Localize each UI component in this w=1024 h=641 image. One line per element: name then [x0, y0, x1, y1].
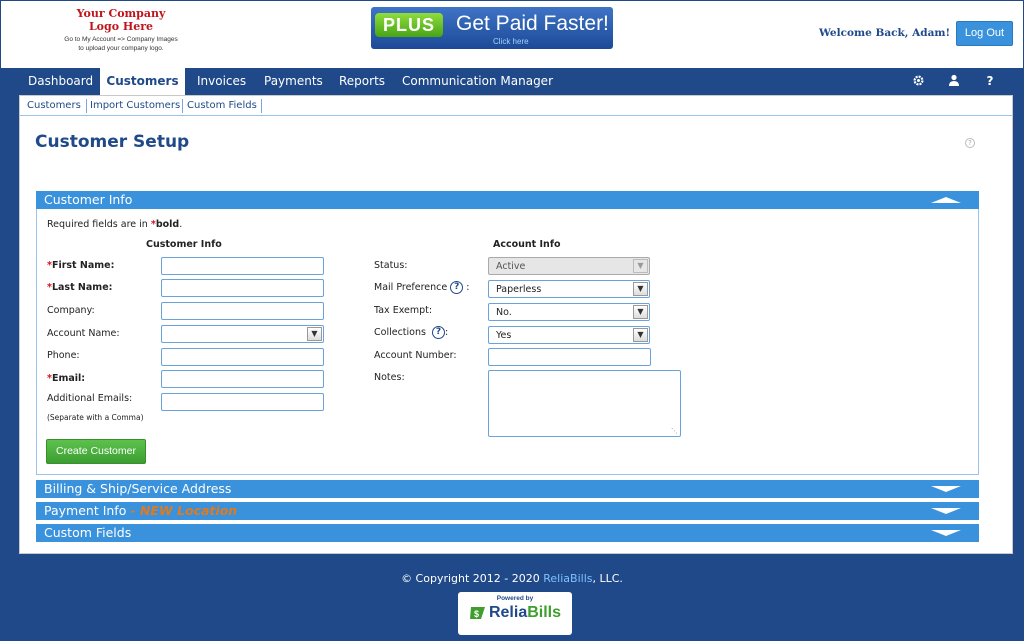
resize-handle-icon[interactable]: ⋱ — [671, 427, 678, 435]
mail-preference-help-icon[interactable]: ? — [450, 281, 464, 294]
mail-preference-select[interactable]: Paperless ▼ — [488, 280, 650, 298]
subnav-divider — [86, 99, 87, 113]
reliabills-link[interactable]: ReliaBills — [543, 572, 592, 585]
first-name-label: *First Name: — [47, 260, 115, 271]
promo-click-link[interactable]: Click here — [493, 37, 529, 46]
nav-dashboard[interactable]: Dashboard — [28, 68, 93, 95]
tax-exempt-select[interactable]: No. ▼ — [488, 303, 650, 321]
main-nav: Dashboard Customers Invoices Payments Re… — [0, 68, 1024, 95]
nav-reports[interactable]: Reports — [339, 68, 385, 95]
powered-by-logo[interactable]: Powered by $ ReliaBills — [458, 592, 572, 635]
company-logo-hint: Go to My Account => Company Images to up… — [64, 36, 178, 52]
collections-select[interactable]: Yes ▼ — [488, 326, 650, 344]
sub-nav: Customers Import Customers Custom Fields — [20, 96, 1012, 116]
section-custom-fields-header[interactable]: Custom Fields — [36, 524, 979, 542]
collections-help-icon[interactable]: ? — [432, 326, 445, 339]
promo-title: Get Paid Faster! — [456, 12, 609, 35]
notes-label: Notes: — [374, 372, 405, 383]
company-logo-placeholder[interactable]: Your Company Logo Here Go to My Account … — [61, 7, 181, 53]
nav-communication-manager[interactable]: Communication Manager — [402, 68, 553, 95]
page-title: Customer Setup — [35, 132, 190, 152]
footer-copyright: © Copyright 2012 - 2020 ReliaBills, LLC. — [401, 572, 623, 585]
account-name-select[interactable]: ▼ — [161, 325, 324, 343]
required-note: Required fields are in *bold. — [47, 219, 183, 230]
content-panel: Customers Import Customers Custom Fields… — [19, 95, 1013, 554]
collections-value: Yes — [496, 330, 512, 341]
email-label: *Email: — [47, 373, 86, 384]
nav-invoices[interactable]: Invoices — [197, 68, 246, 95]
subnav-divider — [182, 99, 183, 113]
section-title: Custom Fields — [44, 525, 132, 540]
subnav-divider — [261, 99, 262, 113]
account-number-field[interactable] — [488, 348, 651, 366]
new-location-badge: - NEW Location — [130, 503, 238, 518]
phone-field[interactable] — [161, 348, 324, 366]
first-name-field[interactable] — [161, 257, 324, 275]
mail-preference-label: Mail Preference ? : — [374, 281, 470, 294]
last-name-label: *Last Name: — [47, 282, 113, 293]
customer-info-body: Required fields are in *bold. Customer I… — [36, 209, 979, 475]
subnav-customers[interactable]: Customers — [27, 100, 81, 111]
section-payment-header[interactable]: Payment Info - NEW Location — [36, 502, 979, 520]
logout-button[interactable]: Log Out — [956, 21, 1013, 46]
section-title: Customer Info — [44, 192, 133, 207]
customer-info-heading: Customer Info — [146, 239, 222, 250]
email-field[interactable] — [161, 370, 324, 388]
mail-preference-value: Paperless — [496, 284, 542, 295]
expand-arrow-icon[interactable] — [931, 486, 961, 492]
top-header: Your Company Logo Here Go to My Account … — [0, 0, 1024, 68]
tax-exempt-label: Tax Exempt: — [374, 305, 433, 316]
page-help-icon[interactable]: ? — [965, 138, 975, 148]
user-icon[interactable] — [947, 74, 961, 88]
status-select[interactable]: Active ▼ — [488, 257, 650, 275]
welcome-message: Welcome Back, Adam! — [819, 27, 951, 39]
subnav-custom-fields[interactable]: Custom Fields — [187, 100, 257, 111]
company-label: Company: — [47, 305, 95, 316]
chevron-down-icon: ▼ — [633, 328, 648, 342]
section-title: Payment Info — [44, 503, 127, 518]
company-logo-title: Your Company Logo Here — [76, 7, 166, 33]
expand-arrow-icon[interactable] — [931, 508, 961, 514]
chevron-down-icon: ▼ — [633, 305, 648, 319]
collections-label: Collections ?: — [374, 326, 449, 339]
account-name-label: Account Name: — [47, 328, 120, 339]
collapse-arrow-icon[interactable] — [931, 197, 961, 203]
account-number-label: Account Number: — [374, 350, 457, 361]
tax-exempt-value: No. — [496, 307, 512, 318]
help-icon[interactable]: ? — [983, 74, 997, 88]
nav-payments[interactable]: Payments — [264, 68, 323, 95]
plus-badge: PLUS — [375, 13, 443, 37]
last-name-field[interactable] — [161, 279, 324, 297]
subnav-import-customers[interactable]: Import Customers — [90, 100, 180, 111]
svg-text:$: $ — [474, 609, 479, 619]
status-label: Status: — [374, 260, 408, 271]
notes-textarea[interactable]: ⋱ — [488, 370, 681, 437]
chevron-down-icon: ▼ — [633, 282, 648, 296]
reliabills-logo: $ ReliaBills — [458, 604, 572, 622]
reliabills-logo-icon: $ — [469, 606, 487, 620]
status-value: Active — [496, 261, 526, 272]
create-customer-button[interactable]: Create Customer — [46, 439, 146, 464]
phone-label: Phone: — [47, 350, 80, 361]
company-field[interactable] — [161, 302, 324, 320]
powered-by-text: Powered by — [496, 595, 534, 602]
additional-emails-hint: (Separate with a Comma) — [47, 413, 144, 422]
nav-customers[interactable]: Customers — [100, 68, 185, 95]
chevron-down-icon: ▼ — [633, 259, 648, 273]
gear-icon[interactable] — [911, 74, 925, 88]
section-title: Billing & Ship/Service Address — [44, 481, 232, 496]
chevron-down-icon: ▼ — [307, 327, 322, 341]
additional-emails-field[interactable] — [161, 393, 324, 411]
expand-arrow-icon[interactable] — [931, 530, 961, 536]
plus-promo-banner[interactable]: PLUS Get Paid Faster! Click here — [371, 7, 613, 49]
account-info-heading: Account Info — [493, 239, 561, 250]
section-billing-header[interactable]: Billing & Ship/Service Address — [36, 480, 979, 498]
additional-emails-label: Additional Emails: — [47, 393, 133, 404]
section-customer-info-header[interactable]: Customer Info — [36, 191, 979, 209]
